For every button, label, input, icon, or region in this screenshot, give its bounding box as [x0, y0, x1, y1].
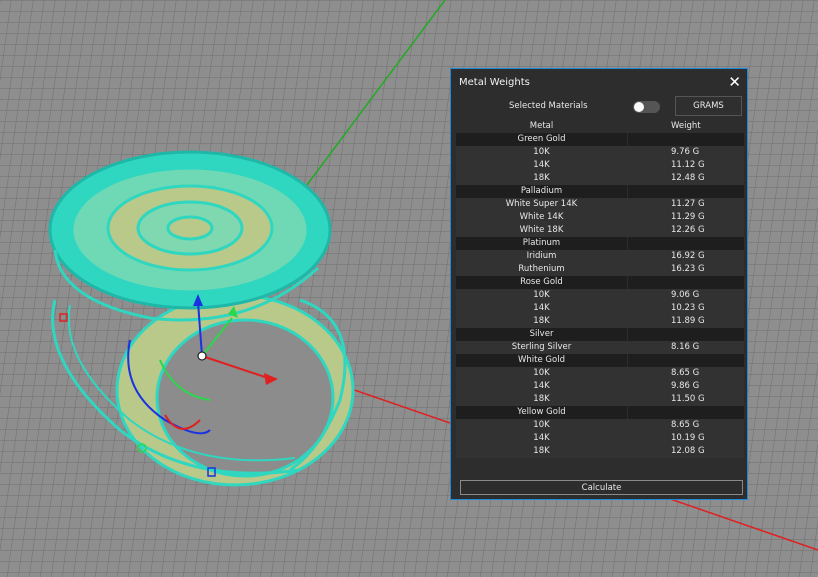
table-row: 14K 10.19 G	[456, 432, 744, 445]
metal-cell: 10K	[533, 290, 550, 300]
weight-cell: 8.65 G	[671, 420, 700, 430]
table-row: 14K 10.23 G	[456, 302, 744, 315]
weight-cell: 11.50 G	[671, 394, 705, 404]
table-row: White 18K 12.26 G	[456, 224, 744, 237]
metal-cell: 14K	[533, 381, 550, 391]
metal-cell: 14K	[533, 433, 550, 443]
metal-cell: Iridium	[526, 251, 557, 261]
group-row: Green Gold	[456, 133, 744, 146]
weight-cell: 11.89 G	[671, 316, 705, 326]
selected-materials-label: Selected Materials	[509, 101, 588, 111]
metal-cell: Ruthenium	[518, 264, 565, 274]
group-weight-empty	[627, 354, 744, 367]
selected-materials-toggle[interactable]	[633, 101, 660, 113]
group-weight-empty	[627, 185, 744, 198]
metal-cell: White 14K	[519, 212, 564, 222]
metal-column-header: Metal	[529, 121, 554, 131]
weight-cell: 16.23 G	[671, 264, 705, 274]
metal-cell: 18K	[533, 446, 550, 456]
weight-column-header: Weight	[671, 121, 701, 131]
weight-cell: 9.06 G	[671, 290, 700, 300]
group-weight-empty	[627, 328, 744, 341]
table-row: 14K 11.12 G	[456, 159, 744, 172]
weight-cell: 12.08 G	[671, 446, 705, 456]
table-row: White Super 14K 11.27 G	[456, 198, 744, 211]
weight-cell: 11.12 G	[671, 160, 705, 170]
group-row: Rose Gold	[456, 276, 744, 289]
weights-table: Metal Weight Green Gold 10K 9.76 G 14K 11.12…	[456, 120, 744, 458]
group-row: Platinum	[456, 237, 744, 250]
group-row: Silver	[456, 328, 744, 341]
weight-cell: 11.29 G	[671, 212, 705, 222]
table-header: Metal Weight	[456, 120, 744, 133]
group-name: Yellow Gold	[517, 407, 566, 417]
toggle-knob	[634, 102, 644, 112]
metal-cell: 10K	[533, 420, 550, 430]
metal-cell: White Super 14K	[505, 199, 578, 209]
table-row: 10K 9.76 G	[456, 146, 744, 159]
weight-cell: 16.92 G	[671, 251, 705, 261]
table-row: 18K 11.89 G	[456, 315, 744, 328]
group-name: White Gold	[518, 355, 565, 365]
group-weight-empty	[627, 406, 744, 419]
group-name: Silver	[529, 329, 554, 339]
weight-cell: 9.76 G	[671, 147, 700, 157]
table-row: White 14K 11.29 G	[456, 211, 744, 224]
table-row: 18K 12.08 G	[456, 445, 744, 458]
metal-cell: 18K	[533, 173, 550, 183]
group-row: White Gold	[456, 354, 744, 367]
table-row: 14K 9.86 G	[456, 380, 744, 393]
group-name: Palladium	[520, 186, 563, 196]
table-row: Ruthenium 16.23 G	[456, 263, 744, 276]
metal-cell: 14K	[533, 303, 550, 313]
metal-cell: 14K	[533, 160, 550, 170]
group-weight-empty	[627, 237, 744, 250]
table-row: Sterling Silver 8.16 G	[456, 341, 744, 354]
metal-cell: 10K	[533, 368, 550, 378]
weight-cell: 8.16 G	[671, 342, 700, 352]
table-row: Iridium 16.92 G	[456, 250, 744, 263]
table-row: 10K 8.65 G	[456, 367, 744, 380]
weight-cell: 8.65 G	[671, 368, 700, 378]
group-row: Palladium	[456, 185, 744, 198]
group-name: Platinum	[522, 238, 561, 248]
calculate-button[interactable]: Calculate	[460, 480, 743, 495]
group-name: Rose Gold	[520, 277, 563, 287]
weight-cell: 11.27 G	[671, 199, 705, 209]
metal-weights-panel: Metal Weights ✕ Selected Materials GRAMS…	[450, 68, 748, 500]
panel-title: Metal Weights	[459, 76, 530, 88]
table-row: 10K 8.65 G	[456, 419, 744, 432]
table-row: 10K 9.06 G	[456, 289, 744, 302]
weight-cell: 9.86 G	[671, 381, 700, 391]
weight-cell: 12.48 G	[671, 173, 705, 183]
group-weight-empty	[627, 276, 744, 289]
panel-titlebar[interactable]: Metal Weights ✕	[451, 69, 747, 95]
group-row: Yellow Gold	[456, 406, 744, 419]
weight-cell: 12.26 G	[671, 225, 705, 235]
table-body: Green Gold 10K 9.76 G 14K 11.12 G 18K 12.48 G P…	[456, 133, 744, 458]
close-icon[interactable]: ✕	[728, 74, 741, 90]
weight-cell: 10.19 G	[671, 433, 705, 443]
metal-cell: 18K	[533, 394, 550, 404]
table-row: 18K 12.48 G	[456, 172, 744, 185]
group-weight-empty	[627, 133, 744, 146]
weight-cell: 10.23 G	[671, 303, 705, 313]
metal-cell: Sterling Silver	[511, 342, 572, 352]
metal-cell: 10K	[533, 147, 550, 157]
metal-cell: 18K	[533, 316, 550, 326]
units-grams-button[interactable]: GRAMS	[675, 96, 742, 116]
metal-cell: White 18K	[519, 225, 564, 235]
options-row: Selected Materials GRAMS	[451, 96, 747, 118]
table-row: 18K 11.50 G	[456, 393, 744, 406]
group-name: Green Gold	[517, 134, 566, 144]
